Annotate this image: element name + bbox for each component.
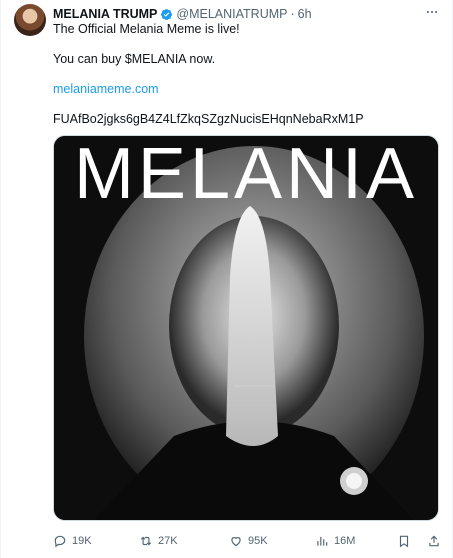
- repost-count: 27K: [158, 535, 178, 547]
- views-button[interactable]: 16M: [315, 534, 355, 548]
- like-icon: [231, 537, 241, 547]
- views-count: 16M: [334, 535, 356, 547]
- bookmark-button[interactable]: [397, 534, 411, 548]
- reply-button[interactable]: 19K: [53, 534, 92, 548]
- author-handle[interactable]: @MELANIATRUMP: [176, 7, 287, 21]
- reply-count: 19K: [72, 535, 92, 547]
- share-button[interactable]: [427, 534, 441, 548]
- views-icon: [317, 536, 328, 546]
- avatar[interactable]: [14, 4, 46, 36]
- author-name[interactable]: MELANIA TRUMP: [53, 7, 157, 21]
- bookmark-icon: [399, 535, 409, 548]
- media-overlay-text: MELANIA: [73, 135, 419, 214]
- contract-address: FUAfBo2jgks6gB4Z4LfZkqSZgzNucisEHqnNebaR…: [53, 112, 364, 126]
- repost-button[interactable]: 27K: [139, 534, 178, 548]
- reply-icon: [54, 535, 66, 548]
- share-icon: [429, 535, 439, 547]
- more-icon[interactable]: [424, 4, 440, 20]
- tweet-text-line-1: The Official Melania Meme is live!: [53, 22, 240, 36]
- tweet-link[interactable]: melaniameme.com: [53, 81, 440, 97]
- like-count: 95K: [248, 535, 268, 547]
- like-button[interactable]: 95K: [229, 534, 268, 548]
- tweet-actions: 19K 27K 95K 16M: [53, 532, 440, 550]
- separator-dot: ·: [290, 7, 295, 21]
- tweet-card[interactable]: MELANIA TRUMP @MELANIATRUMP · 6h The Off…: [0, 0, 453, 558]
- verified-badge-icon: [160, 8, 173, 21]
- repost-icon: [140, 536, 152, 546]
- timestamp[interactable]: 6h: [298, 7, 312, 21]
- tweet-text-line-2: You can buy $MELANIA now.: [53, 52, 216, 66]
- tweet-media-image[interactable]: MELANIA: [53, 135, 439, 521]
